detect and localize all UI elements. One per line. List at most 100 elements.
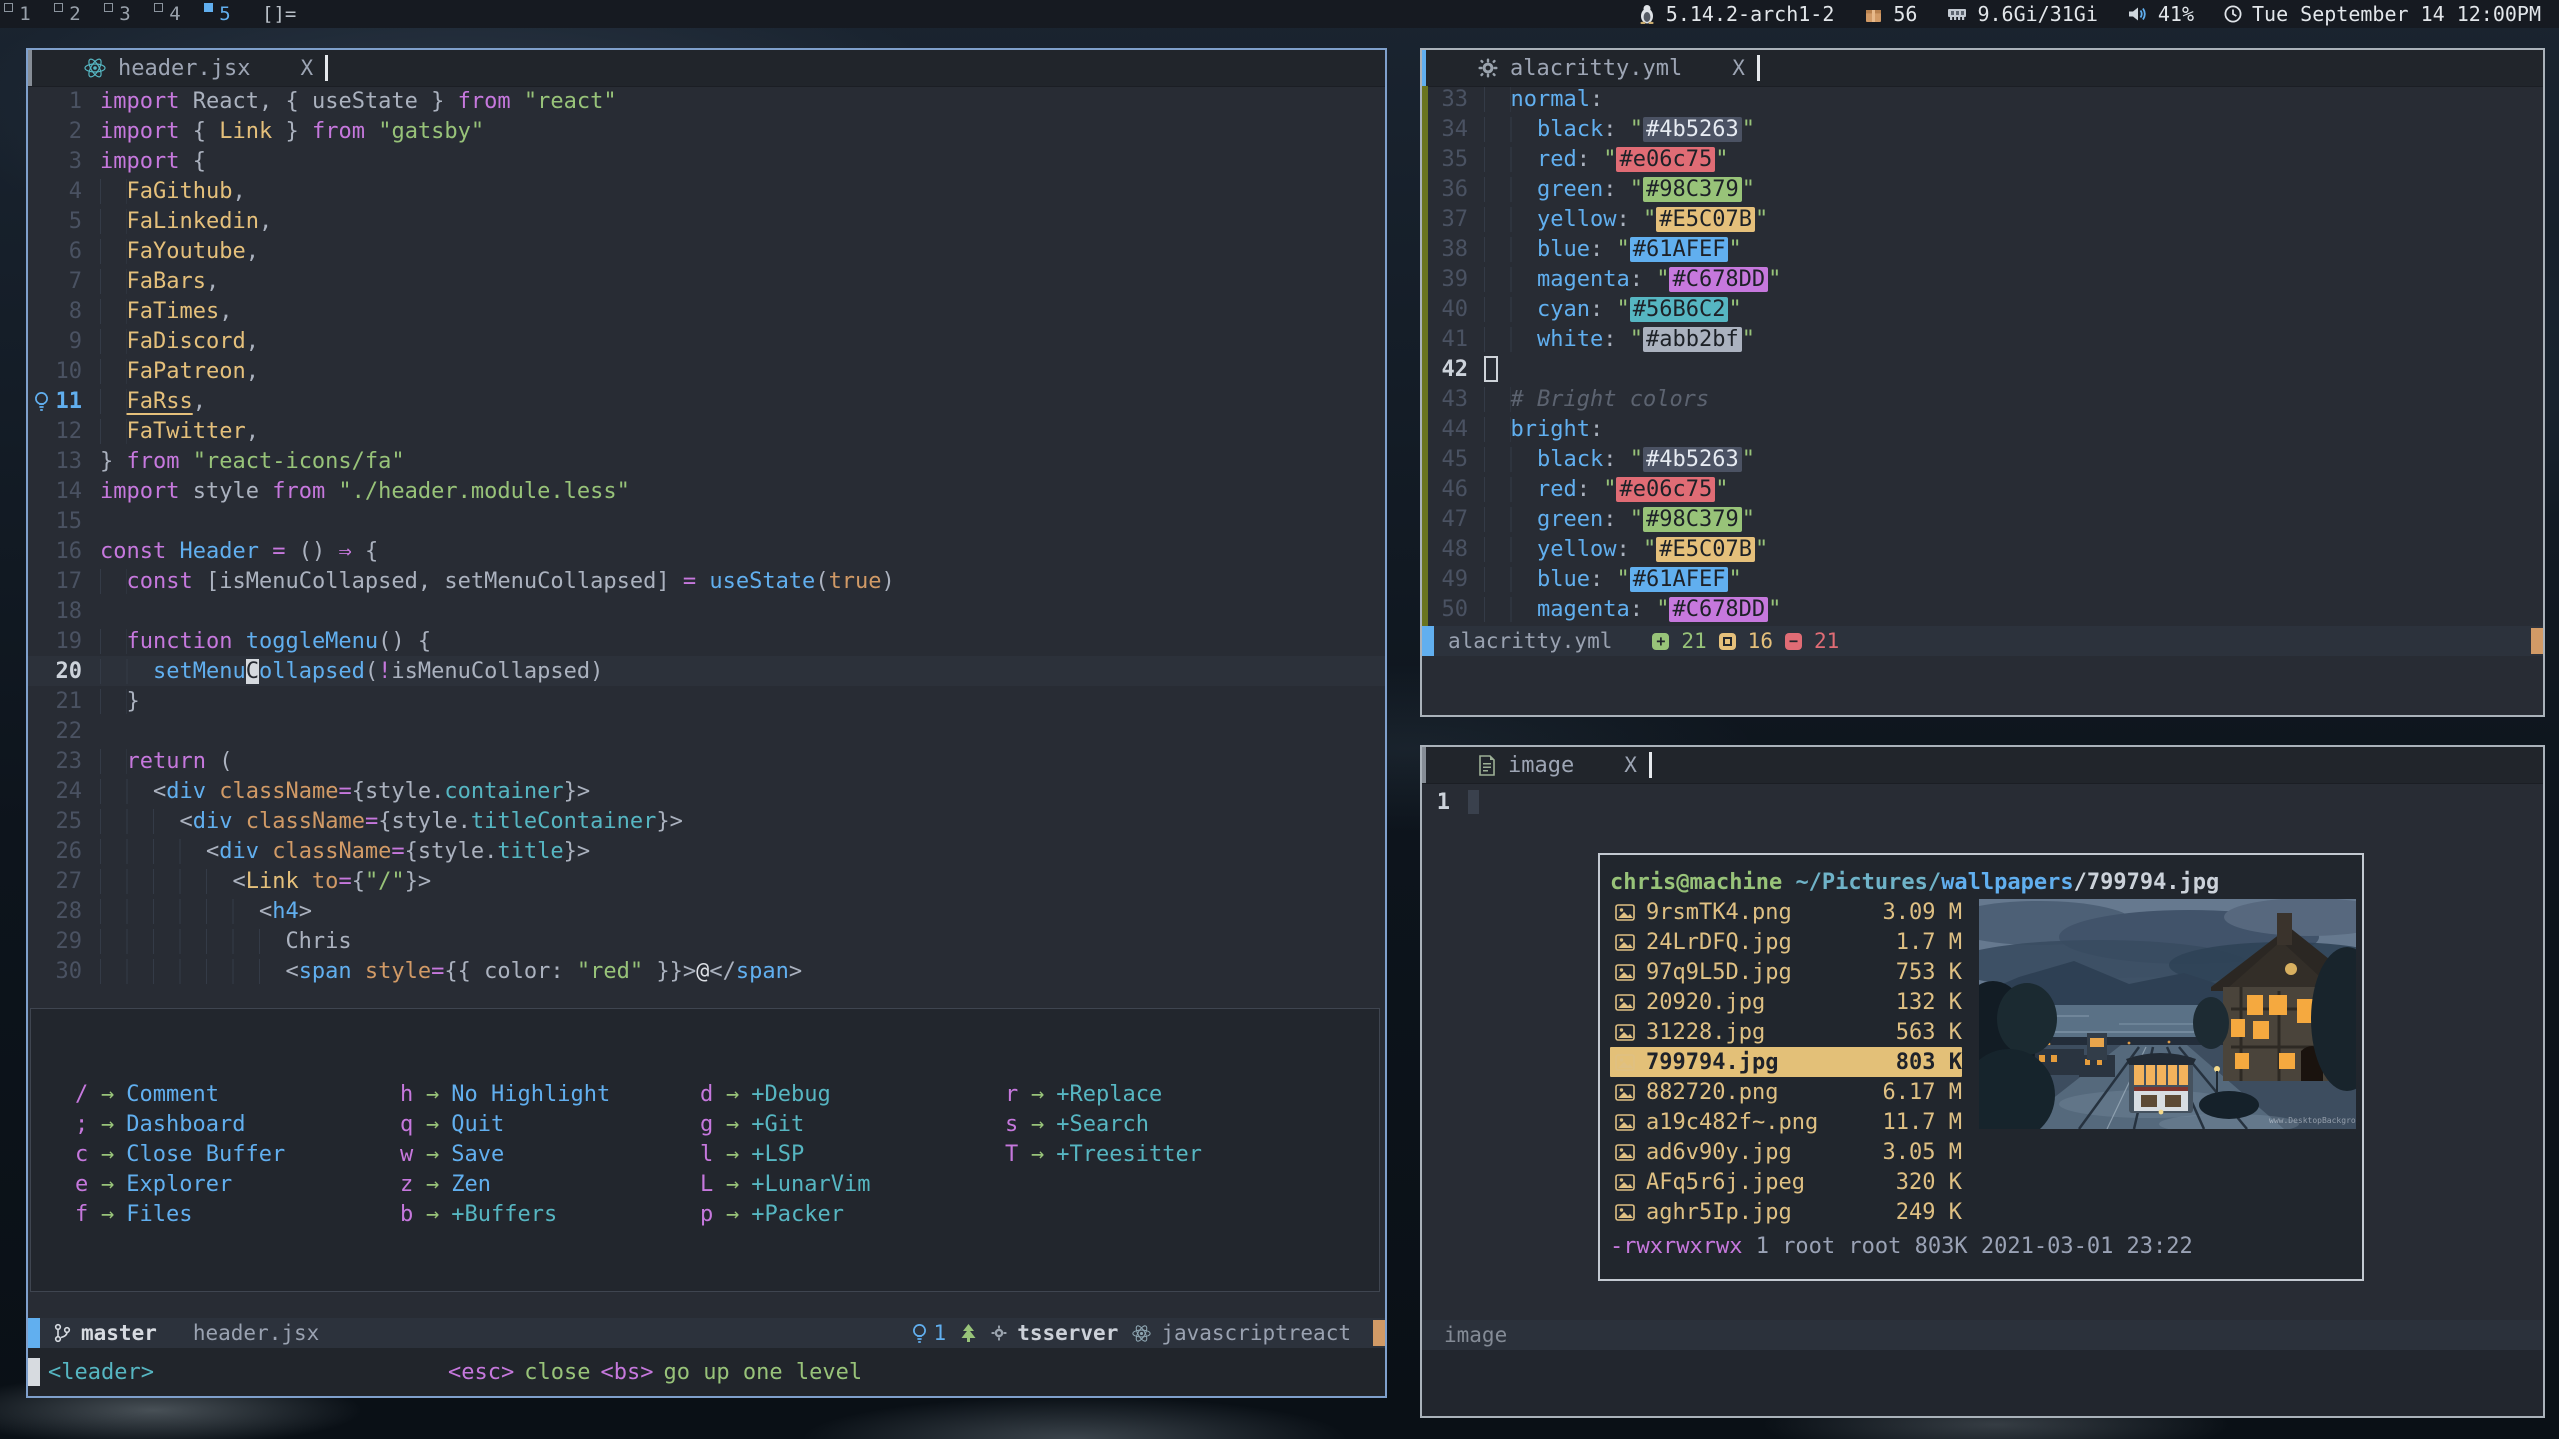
file-manager-popup: chris@machine ~/Pictures/wallpapers/7997… — [1598, 853, 2364, 1281]
cmdline-block — [28, 1358, 40, 1386]
code-line-37: 37 yellow: "#E5C07B" — [1422, 204, 2543, 234]
whichkey-binding-/[interactable]: /→Comment — [75, 1079, 400, 1109]
status-item: 5.14.2-arch1-2 — [1638, 2, 1835, 26]
whichkey-binding-h[interactable]: h→No Highlight — [400, 1079, 700, 1109]
workspace-tag-4[interactable]: 4 — [150, 0, 200, 28]
code-line-10: 10 FaPatreon, — [28, 356, 1385, 386]
code-line-8: 8 FaTimes, — [28, 296, 1385, 326]
workspace-tag-1[interactable]: 1 — [0, 0, 50, 28]
clock-icon — [2224, 5, 2242, 23]
code-text: FaPatreon, — [100, 359, 259, 384]
code-line-46: 46 red: "#e06c75" — [1422, 474, 2543, 504]
whichkey-binding-T[interactable]: T→+Treesitter — [1005, 1139, 1379, 1169]
tab-close-button[interactable]: X — [1624, 753, 1637, 777]
image-file-icon — [1610, 934, 1640, 951]
treesitter-icon — [960, 1323, 977, 1343]
bs-key-hint: <bs> — [600, 1360, 653, 1385]
terminal-title: image — [1444, 1323, 1507, 1347]
diagnostic-count[interactable]: 1 — [911, 1321, 947, 1345]
code-text: function toggleMenu() { — [100, 629, 431, 654]
whichkey-binding-z[interactable]: z→Zen — [400, 1169, 700, 1199]
line-number: 12 — [54, 419, 82, 444]
line-number: 46 — [1422, 477, 1468, 502]
code-line-6: 6 FaYoutube, — [28, 236, 1385, 266]
file-row-24LrDFQ.jpg[interactable]: 24LrDFQ.jpg1.7 M — [1610, 927, 1962, 957]
penguin-icon — [1638, 4, 1656, 24]
git-removed-count: 21 — [1814, 629, 1839, 653]
tab-close-button[interactable]: X — [300, 56, 313, 80]
file-row-31228.jpg[interactable]: 31228.jpg563 K — [1610, 1017, 1962, 1047]
whichkey-binding-w[interactable]: w→Save — [400, 1139, 700, 1169]
whichkey-binding-r[interactable]: r→+Replace — [1005, 1079, 1379, 1109]
tab-header-jsx[interactable]: header.jsx X — [84, 56, 313, 81]
line-number: 41 — [1422, 327, 1468, 352]
code-text: magenta: "#C678DD" — [1484, 267, 1781, 292]
workspace-tag-5[interactable]: 5 — [200, 0, 250, 28]
code-buffer[interactable]: 33 normal:34 black: "#4b5263"35 red: "#e… — [1422, 84, 2543, 624]
whichkey-binding-b[interactable]: b→+Buffers — [400, 1199, 700, 1229]
arrow-icon: → — [726, 1202, 739, 1227]
tab-label: alacritty.yml — [1510, 56, 1682, 81]
scroll-indicator — [1373, 1320, 1385, 1346]
whichkey-binding-g[interactable]: g→+Git — [700, 1109, 1005, 1139]
code-text: magenta: "#C678DD" — [1484, 597, 1781, 622]
code-text: import { Link } from "gatsby" — [100, 119, 484, 144]
line-number: 43 — [1422, 387, 1468, 412]
code-text: green: "#98C379" — [1484, 507, 1755, 532]
color-swatch: #abb2bf — [1643, 327, 1742, 352]
code-buffer[interactable]: 1import React, { useState } from "react"… — [28, 86, 1385, 986]
code-line-30: 30 <span style={{ color: "red" }}>@</spa… — [28, 956, 1385, 986]
inactive-cursor — [1484, 356, 1498, 382]
code-text: yellow: "#E5C07B" — [1484, 207, 1768, 232]
gear-icon — [1478, 58, 1498, 78]
code-text: FaRss, — [100, 389, 206, 414]
whichkey-binding-p[interactable]: p→+Packer — [700, 1199, 1005, 1229]
tab-close-button[interactable]: X — [1732, 56, 1745, 80]
image-file-icon — [1610, 1054, 1640, 1071]
file-row-799794.jpg[interactable]: 799794.jpg803 K — [1610, 1047, 1962, 1077]
file-row-97q9L5D.jpg[interactable]: 97q9L5D.jpg753 K — [1610, 957, 1962, 987]
whichkey-binding-d[interactable]: d→+Debug — [700, 1079, 1005, 1109]
tab-alacritty-yml[interactable]: alacritty.yml X — [1478, 56, 1745, 81]
file-row-9rsmTK4.png[interactable]: 9rsmTK4.png3.09 M — [1610, 897, 1962, 927]
workspace-tag-3[interactable]: 3 — [100, 0, 150, 28]
arrow-icon: → — [101, 1142, 114, 1167]
whichkey-binding-s[interactable]: s→+Search — [1005, 1109, 1379, 1139]
code-text: blue: "#61AFEF" — [1484, 237, 1742, 262]
line-number: 37 — [1422, 207, 1468, 232]
layout-indicator[interactable]: []= — [262, 3, 296, 25]
file-row-AFq5r6j.jpeg[interactable]: AFq5r6j.jpeg320 K — [1610, 1167, 1962, 1197]
whichkey-binding-c[interactable]: c→Close Buffer — [75, 1139, 400, 1169]
code-text: green: "#98C379" — [1484, 177, 1755, 202]
file-row-a19c482f~.png[interactable]: a19c482f~.png11.7 M — [1610, 1107, 1962, 1137]
whichkey-binding-l[interactable]: l→+LSP — [700, 1139, 1005, 1169]
tag-indicator-square — [104, 3, 113, 12]
file-row-882720.png[interactable]: 882720.png6.17 M — [1610, 1077, 1962, 1107]
code-line-38: 38 blue: "#61AFEF" — [1422, 234, 2543, 264]
tab-image[interactable]: image X — [1478, 753, 1637, 778]
file-row-ad6v90y.jpg[interactable]: ad6v90y.jpg3.05 M — [1610, 1137, 1962, 1167]
workspace-tag-2[interactable]: 2 — [50, 0, 100, 28]
file-row-aghr5Ip.jpg[interactable]: aghr5Ip.jpg249 K — [1610, 1197, 1962, 1227]
whichkey-binding-q[interactable]: q→Quit — [400, 1109, 700, 1139]
whichkey-binding-e[interactable]: e→Explorer — [75, 1169, 400, 1199]
code-line-5: 5 FaLinkedin, — [28, 206, 1385, 236]
code-text: <Link to={"/"}> — [100, 869, 431, 894]
code-text: yellow: "#E5C07B" — [1484, 537, 1768, 562]
file-row-20920.jpg[interactable]: 20920.jpg132 K — [1610, 987, 1962, 1017]
line-number: 44 — [1422, 417, 1468, 442]
left-tabline: header.jsx X — [28, 50, 1385, 87]
whichkey-binding-;[interactable]: ;→Dashboard — [75, 1109, 400, 1139]
code-text: } — [100, 689, 140, 714]
line-number: 11 — [54, 389, 82, 414]
whichkey-binding-f[interactable]: f→Files — [75, 1199, 400, 1229]
whichkey-binding-L[interactable]: L→+LunarVim — [700, 1169, 1005, 1199]
code-text: FaGithub, — [100, 179, 246, 204]
code-text: black: "#4b5263" — [1484, 447, 1755, 472]
status-item: Tue September 14 12:00PM — [2224, 2, 2541, 26]
host-label: chris@machine — [1610, 870, 1782, 895]
mode-indicator-block — [28, 1318, 40, 1348]
line-number: 17 — [54, 569, 82, 594]
tabline-cursor — [325, 55, 328, 81]
git-branch-name[interactable]: master — [81, 1321, 157, 1345]
